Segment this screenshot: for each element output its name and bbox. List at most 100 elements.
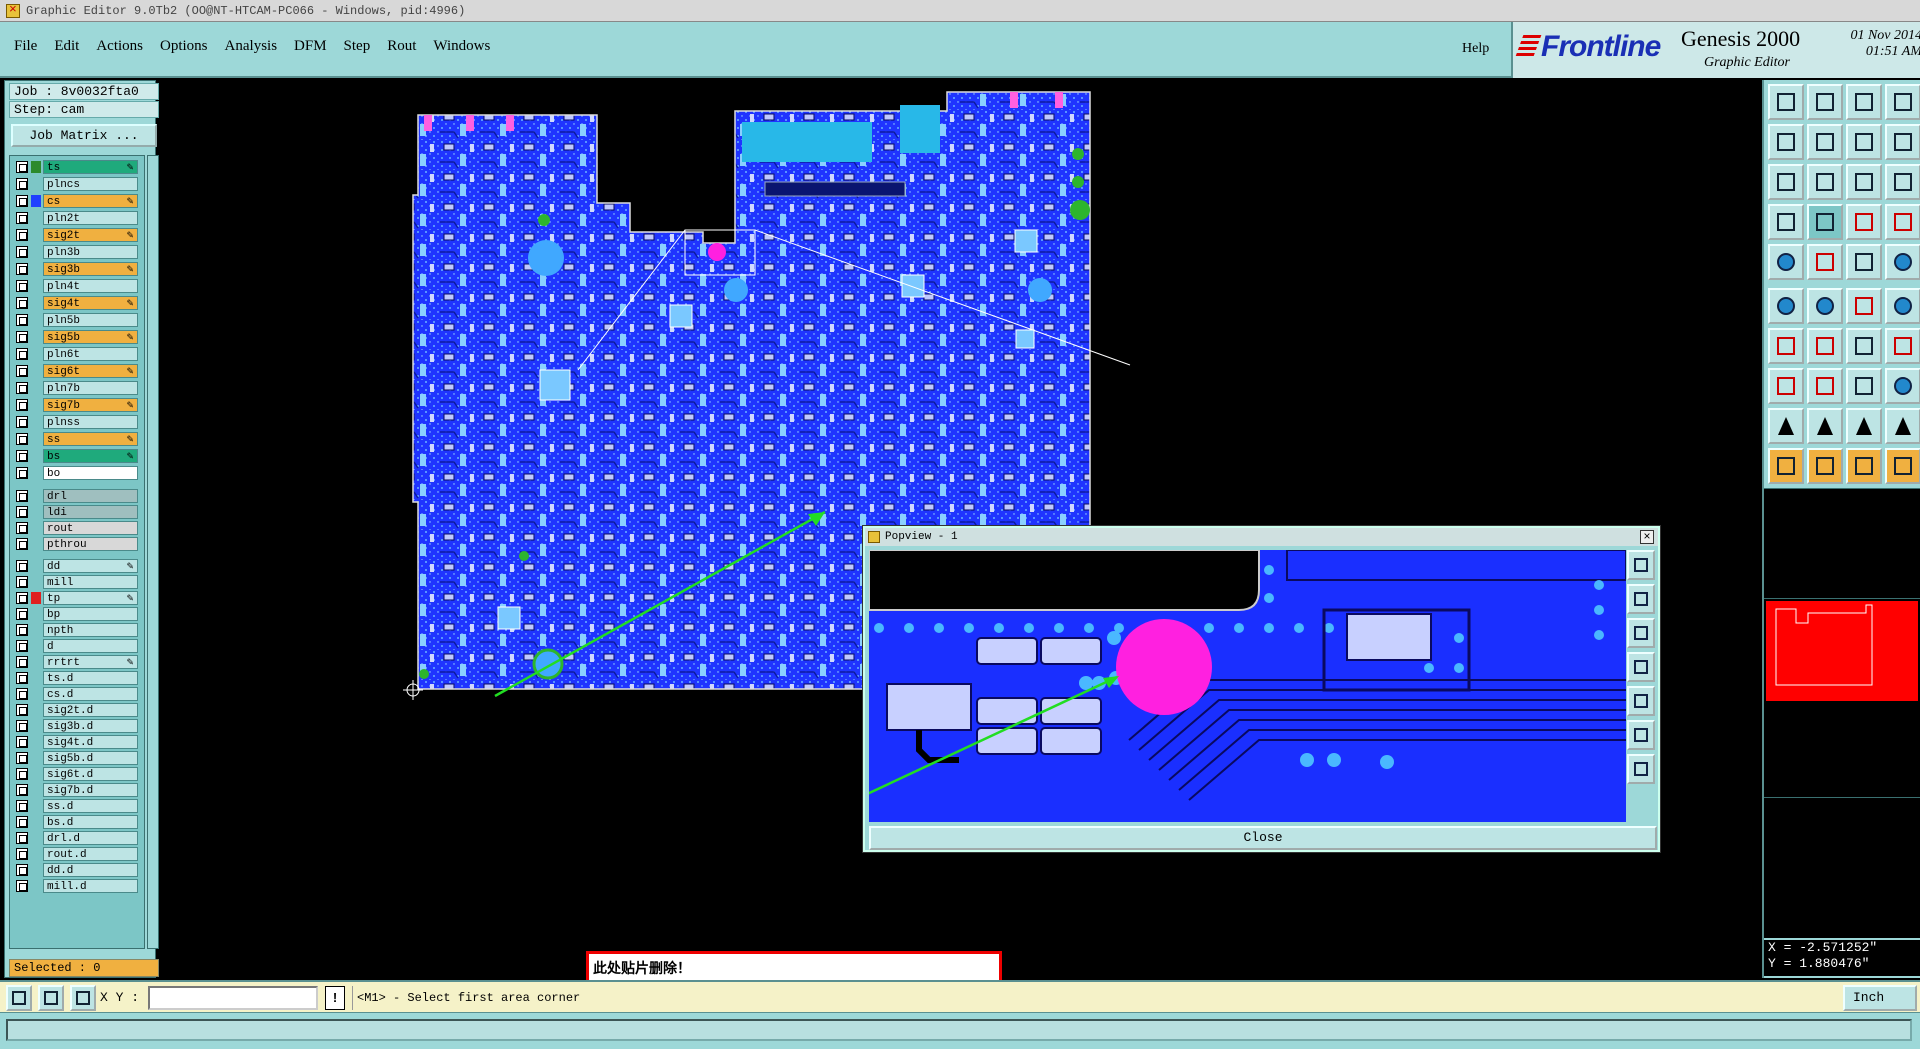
- layer-color-swatch[interactable]: [31, 348, 41, 360]
- layer-name[interactable]: sig2t ✎: [43, 228, 138, 242]
- minus-tool-button[interactable]: [1807, 368, 1843, 404]
- layer-row[interactable]: sig4t.d: [16, 735, 138, 749]
- menu-analysis[interactable]: Analysis: [225, 38, 278, 55]
- slash-tool-button[interactable]: [1807, 328, 1843, 364]
- layer-row[interactable]: pln2t: [16, 211, 138, 225]
- layer-name[interactable]: bs ✎: [43, 449, 138, 463]
- layer-name[interactable]: sig7b.d: [43, 783, 138, 797]
- layer-checkbox[interactable]: [16, 246, 28, 258]
- layer-color-swatch[interactable]: [31, 752, 41, 764]
- layer-color-swatch[interactable]: [31, 297, 41, 309]
- snap-mode-button[interactable]: [6, 985, 32, 1011]
- layer-name[interactable]: rrtrt ✎: [43, 655, 138, 669]
- popview-tool-7[interactable]: [1627, 754, 1655, 784]
- layer-checkbox[interactable]: [16, 467, 28, 479]
- layer-color-swatch[interactable]: [31, 720, 41, 732]
- layer-color-swatch[interactable]: [31, 848, 41, 860]
- layer-row[interactable]: cs ✎: [16, 194, 138, 208]
- layer-row[interactable]: tp ✎: [16, 591, 138, 605]
- layer-color-swatch[interactable]: [31, 538, 41, 550]
- layer-row[interactable]: mill: [16, 575, 138, 589]
- layer-name[interactable]: ss.d: [43, 799, 138, 813]
- overview-map[interactable]: [1764, 598, 1920, 798]
- layer-checkbox[interactable]: [16, 178, 28, 190]
- layer-down-tool-button[interactable]: [1807, 84, 1843, 120]
- layer-name[interactable]: pln2t: [43, 211, 138, 225]
- layer-checkbox[interactable]: [16, 656, 28, 668]
- layer-color-swatch[interactable]: [31, 800, 41, 812]
- layer-name[interactable]: sig5b.d: [43, 751, 138, 765]
- layer-row[interactable]: sig5b.d: [16, 751, 138, 765]
- layer-row[interactable]: sig5b ✎: [16, 330, 138, 344]
- layer-color-swatch[interactable]: [31, 832, 41, 844]
- layer-row[interactable]: sig4t ✎: [16, 296, 138, 310]
- layer-row[interactable]: drl.d: [16, 831, 138, 845]
- layer-checkbox[interactable]: [16, 720, 28, 732]
- layer-checkbox[interactable]: [16, 576, 28, 588]
- layer-checkbox[interactable]: [16, 416, 28, 428]
- triangle-a-tool-button[interactable]: [1768, 408, 1804, 444]
- popview-close-button[interactable]: Close: [869, 826, 1657, 850]
- layer-row[interactable]: sig3b.d: [16, 719, 138, 733]
- layer-row[interactable]: pln5b: [16, 313, 138, 327]
- menu-windows[interactable]: Windows: [433, 38, 490, 55]
- layer-name[interactable]: d: [43, 639, 138, 653]
- layer-row[interactable]: drl: [16, 489, 138, 503]
- layer-row[interactable]: ts.d: [16, 671, 138, 685]
- layer-color-swatch[interactable]: [31, 592, 41, 604]
- layer-color-swatch[interactable]: [31, 161, 41, 173]
- layer-row[interactable]: ldi: [16, 505, 138, 519]
- menu-file[interactable]: File: [14, 38, 37, 55]
- layer-checkbox[interactable]: [16, 297, 28, 309]
- layer-name[interactable]: mill: [43, 575, 138, 589]
- bracket-tool-button[interactable]: [1846, 368, 1882, 404]
- layer-row[interactable]: bs.d: [16, 815, 138, 829]
- menu-step[interactable]: Step: [344, 38, 371, 55]
- popview-tool-5[interactable]: [1627, 686, 1655, 716]
- layer-color-swatch[interactable]: [31, 576, 41, 588]
- cursor-area-tool-button[interactable]: [1846, 448, 1882, 484]
- layer-row[interactable]: d: [16, 639, 138, 653]
- layer-checkbox[interactable]: [16, 212, 28, 224]
- layer-name[interactable]: plncs: [43, 177, 138, 191]
- triangle-c-tool-button[interactable]: [1846, 408, 1882, 444]
- layer-color-swatch[interactable]: [31, 467, 41, 479]
- segment-tool-button[interactable]: [1846, 288, 1882, 324]
- layer-checkbox[interactable]: [16, 768, 28, 780]
- layer-color-swatch[interactable]: [31, 864, 41, 876]
- arc-tool-button[interactable]: [1846, 328, 1882, 364]
- layer-checkbox[interactable]: [16, 848, 28, 860]
- angle-tool-button[interactable]: [1768, 328, 1804, 364]
- layer-checkbox[interactable]: [16, 348, 28, 360]
- layer-row[interactable]: sig7b.d: [16, 783, 138, 797]
- zoom-right-tool-button[interactable]: [1807, 124, 1843, 160]
- layer-color-swatch[interactable]: [31, 816, 41, 828]
- layer-scrollbar[interactable]: [147, 155, 159, 949]
- zoom-sel-tool-button[interactable]: [1885, 124, 1920, 160]
- layer-checkbox[interactable]: [16, 522, 28, 534]
- layer-name[interactable]: sig7b ✎: [43, 398, 138, 412]
- warning-button[interactable]: !: [325, 986, 345, 1010]
- layer-name[interactable]: sig3b.d: [43, 719, 138, 733]
- pad-tool-button[interactable]: [1768, 244, 1804, 280]
- layer-name[interactable]: drl.d: [43, 831, 138, 845]
- node-tool-button[interactable]: [1885, 288, 1920, 324]
- layer-row[interactable]: ss.d: [16, 799, 138, 813]
- layer-color-swatch[interactable]: [31, 399, 41, 411]
- layer-row[interactable]: dd ✎: [16, 559, 138, 573]
- layer-color-swatch[interactable]: [31, 246, 41, 258]
- popview-tool-6[interactable]: [1627, 720, 1655, 750]
- layer-color-swatch[interactable]: [31, 212, 41, 224]
- layer-name[interactable]: pln6t: [43, 347, 138, 361]
- layer-checkbox[interactable]: [16, 538, 28, 550]
- layer-checkbox[interactable]: [16, 816, 28, 828]
- layer-checkbox[interactable]: [16, 800, 28, 812]
- layer-row[interactable]: dd.d: [16, 863, 138, 877]
- menu-rout[interactable]: Rout: [387, 38, 416, 55]
- layer-checkbox[interactable]: [16, 263, 28, 275]
- copy-tool-button[interactable]: [1885, 368, 1920, 404]
- layer-color-swatch[interactable]: [31, 688, 41, 700]
- layer-name[interactable]: pln4t: [43, 279, 138, 293]
- menu-dfm[interactable]: DFM: [294, 38, 327, 55]
- layer-name[interactable]: pln5b: [43, 313, 138, 327]
